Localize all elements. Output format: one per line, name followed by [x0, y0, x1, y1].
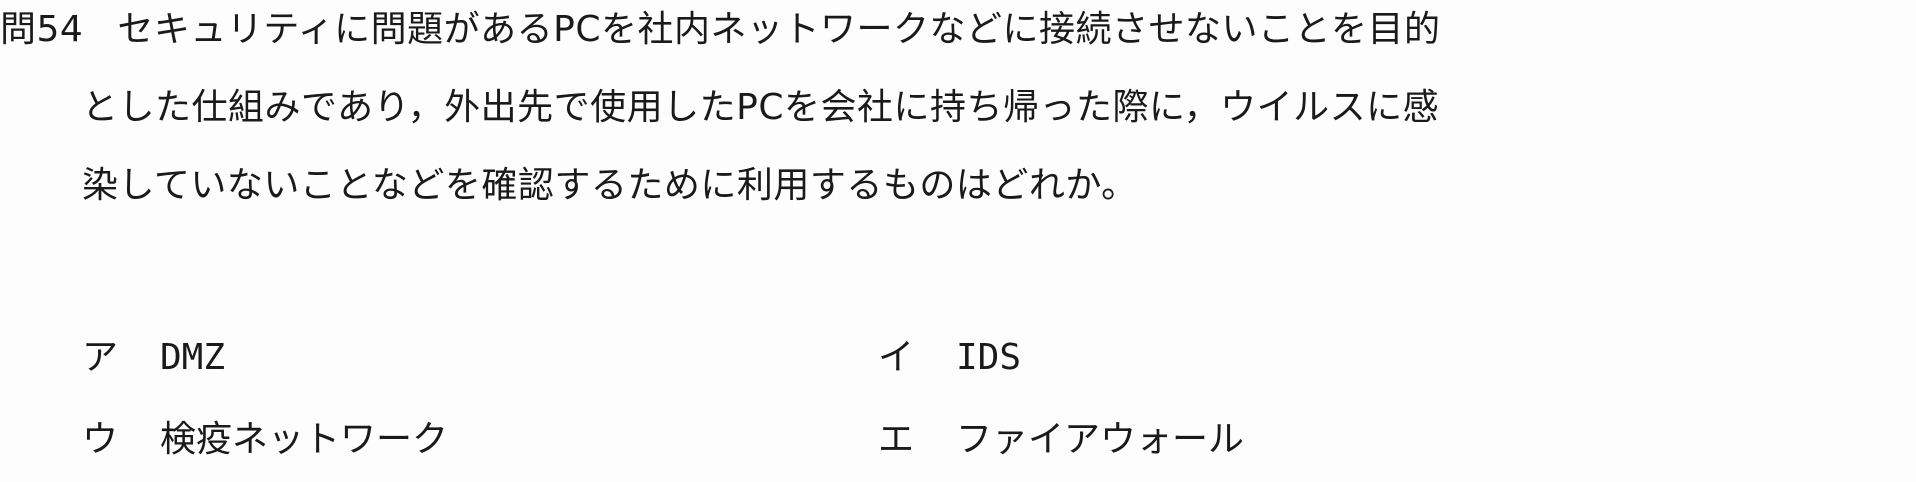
choice-i-marker: イ	[878, 337, 915, 378]
choice-e-text: ファイアウォール	[956, 419, 1245, 460]
choice-i[interactable]: イ IDS	[878, 336, 1021, 380]
choice-e-marker: エ	[878, 419, 915, 460]
question-number: 問54	[0, 9, 84, 50]
choice-u-marker: ウ	[82, 419, 119, 460]
question-line-2: とした仕組みであり，外出先で使用したPCを会社に持ち帰った際に，ウイルスに感	[82, 86, 1439, 130]
question-text-line-2: とした仕組みであり，外出先で使用したPCを会社に持ち帰った際に，ウイルスに感	[82, 87, 1440, 128]
choice-e[interactable]: エファイアウォール	[878, 418, 1244, 462]
question-text-line-3: 染していないことなどを確認するために利用するものはどれか。	[82, 165, 1138, 206]
choice-u[interactable]: ウ検疫ネットワーク	[82, 418, 448, 462]
question-line-3: 染していないことなどを確認するために利用するものはどれか。	[82, 164, 1138, 208]
choice-a-text: DMZ	[160, 337, 226, 378]
choice-a[interactable]: ア DMZ	[82, 336, 225, 380]
question-line-1: 問54 セキュリティに問題があるPCを社内ネットワークなどに接続させないことを目的	[0, 8, 1441, 52]
question-text-line-1: セキュリティに問題があるPCを社内ネットワークなどに接続させないことを目的	[117, 9, 1441, 50]
choice-i-text: IDS	[956, 337, 1022, 378]
exam-page: 問54 セキュリティに問題があるPCを社内ネットワークなどに接続させないことを目的…	[0, 0, 1916, 482]
choice-a-marker: ア	[82, 337, 119, 378]
choice-u-text: 検疫ネットワーク	[160, 419, 449, 460]
